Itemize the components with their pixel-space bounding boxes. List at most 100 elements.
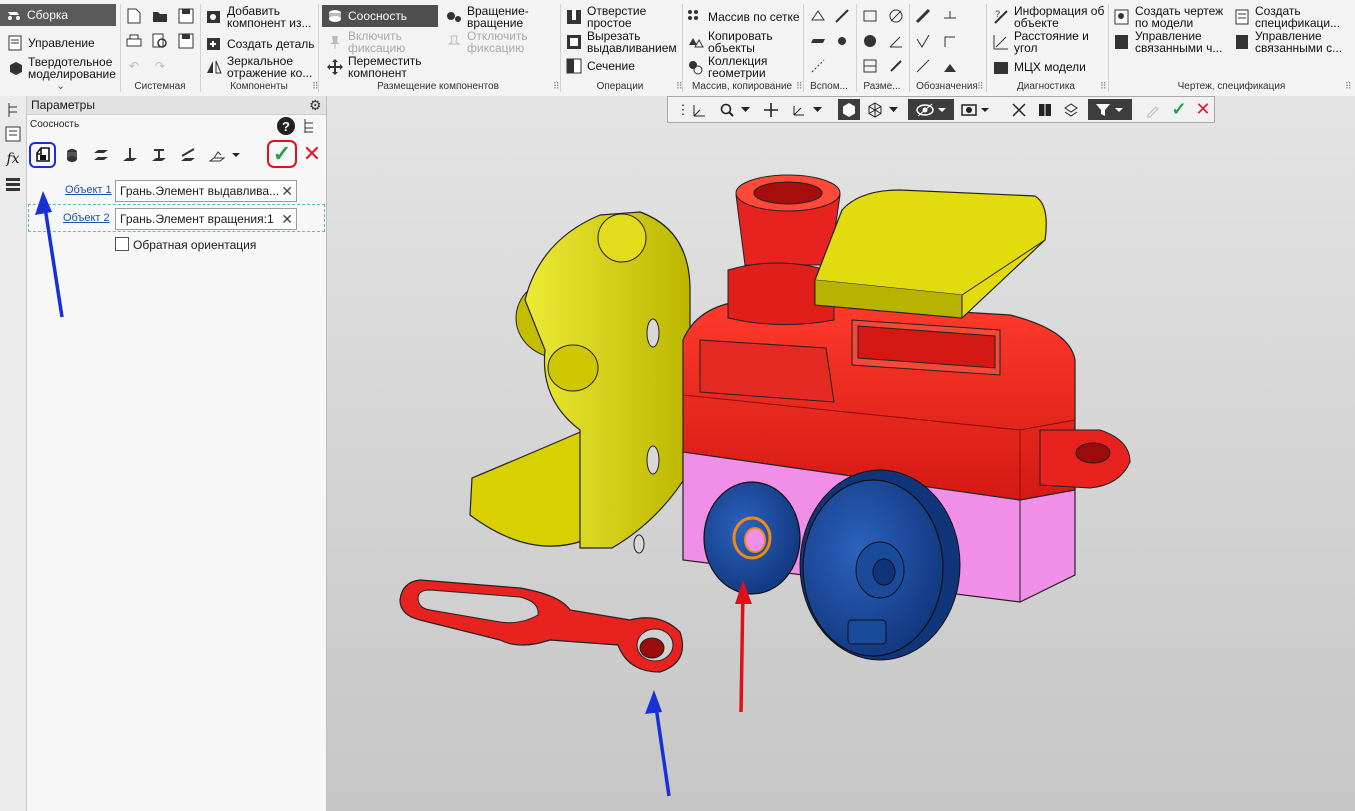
radius-size-icon[interactable] [860,31,880,51]
rear-wheel-part[interactable] [703,481,801,595]
plane-icon[interactable] [808,6,828,26]
3d-viewport[interactable]: ⋮ ✓ ✕ [327,96,1355,811]
create-drawing-button[interactable]: Создать чертеж по модели [1113,5,1223,29]
chain-size-icon[interactable] [886,56,906,76]
weld-icon[interactable] [940,56,960,76]
gear-icon[interactable]: ⚙ [309,97,322,114]
coaxial-label: Соосность [348,9,408,23]
copy-objects-button[interactable]: Копировать объекты [686,30,773,54]
save-icon[interactable] [176,6,196,26]
offset-plane-icon[interactable] [808,31,828,51]
cancel-button[interactable]: ✕ [301,141,323,166]
gears-icon [445,8,463,26]
solid-modeling-label: Твердотельное моделирование [28,55,116,81]
geometry-collection-button[interactable]: Коллекция геометрии [686,55,767,79]
move-component-button[interactable]: Переместить компонент [326,55,422,79]
mirror-component-button[interactable]: Зеркальное отражение ко... [205,55,312,79]
leader-icon[interactable] [913,6,933,26]
section-button[interactable]: Сечение [565,57,635,75]
mode-selector[interactable]: Сборка [0,4,116,26]
undo-icon[interactable]: ↶ [124,56,144,76]
move-component-label: Переместить компонент [348,54,422,80]
front-wheel-part[interactable] [799,469,961,661]
annotation-arrow-blue-bottom [645,690,671,797]
create-specification-button[interactable]: Создать спецификаци... [1233,5,1340,29]
mirror-component-label: Зеркальное отражение ко... [227,54,313,80]
expand-chevron-icon[interactable]: ⌄ [56,79,65,92]
copy-objects-label: Копировать объекты [708,29,773,55]
group-label-components: Компоненты [230,81,288,92]
create-part-button[interactable]: Создать деталь [205,35,315,53]
solid-modeling-button[interactable]: Твердотельное моделирование [6,56,116,80]
print-icon[interactable] [124,31,144,51]
clear-object2-icon[interactable]: ✕ [281,211,293,228]
distance-angle-button[interactable]: Расстояние и угол [992,30,1089,54]
grid-array-button[interactable]: Массив по сетке [686,8,800,26]
auto-size-icon[interactable] [860,56,880,76]
manage-mode-button[interactable]: Управление [6,34,95,52]
roughness-icon[interactable] [913,31,933,51]
disable-fix-button[interactable]: Отключить фиксацию [445,30,528,54]
parallel-option-icon[interactable] [89,144,113,166]
pin-icon [326,33,344,51]
info-icon: ? [992,8,1010,26]
angle-size-icon[interactable] [886,31,906,51]
object-info-label: Информация об объекте [1014,4,1105,30]
angle-option-icon[interactable] [147,144,171,166]
enable-fix-label: Включить фиксацию [348,29,406,55]
help-icon[interactable]: ? [277,117,295,135]
object-info-button[interactable]: ? Информация об объекте [992,5,1104,29]
yellow-roof-part[interactable] [814,189,1047,319]
divider [1108,4,1109,92]
enable-fix-button[interactable]: Включить фиксацию [326,30,405,54]
preview-icon[interactable] [150,31,170,51]
tolerance-icon[interactable] [940,31,960,51]
linear-size-icon[interactable] [860,6,880,26]
manage-drawings-button[interactable]: Управление связанными ч... [1113,30,1222,54]
parameters-icon[interactable] [3,124,23,144]
tree-toggle-icon[interactable] [303,118,315,137]
marking-icon[interactable] [913,56,933,76]
diameter-size-icon[interactable] [886,6,906,26]
new-file-icon[interactable] [124,6,144,26]
group-label-aux: Вспом... [810,81,848,92]
line-icon[interactable] [808,56,828,76]
model-tree-icon[interactable] [3,100,23,120]
variables-fx-icon[interactable]: fx [3,149,23,169]
open-folder-icon[interactable] [150,6,170,26]
point-icon[interactable] [832,31,852,51]
reverse-orientation-checkbox[interactable] [115,237,129,251]
mass-icon [992,58,1010,76]
simple-hole-button[interactable]: Отверстие простое [565,5,646,29]
grid-array-label: Массив по сетке [708,10,800,24]
add-component-icon [205,8,223,26]
manage-specifications-button[interactable]: Управление связанными с... [1233,30,1342,54]
group-label-drawing: Чертеж, спецификация [1177,81,1286,92]
red-handle-part[interactable] [399,579,684,673]
perpendicular-option-icon[interactable] [118,144,142,166]
more-options-chevron-icon[interactable] [229,144,243,166]
coaxial-button[interactable]: Соосность [322,5,438,27]
base-icon[interactable] [940,6,960,26]
tangency-option-icon[interactable] [176,144,200,166]
copy-icon [686,33,704,51]
redo-icon[interactable]: ↷ [150,56,170,76]
yellow-rear-part[interactable] [469,211,691,554]
divider [682,4,683,92]
object2-field[interactable]: Грань.Элемент вращения:1 ✕ [115,208,297,230]
clear-object1-icon[interactable]: ✕ [281,183,293,200]
distance-option-icon[interactable] [205,144,229,166]
cut-extrude-button[interactable]: Вырезать выдавливанием [565,30,677,54]
linked-drawings-icon [1113,33,1131,51]
rotation-rotation-button[interactable]: Вращение- вращение [445,5,529,29]
coaxial-sphere-option-icon[interactable] [60,144,84,166]
axis-icon[interactable] [832,6,852,26]
add-component-button[interactable]: Добавить компонент из... [205,5,311,29]
group-dots-icon: ⠿ [1345,81,1352,91]
mass-properties-button[interactable]: МЦХ модели [992,58,1086,76]
group-dots-icon: ⠿ [977,81,984,91]
coaxial-cylinder-option-icon[interactable] [31,144,55,166]
ok-button[interactable]: ✓ [267,140,297,168]
save-all-icon[interactable] [176,31,196,51]
object1-field[interactable]: Грань.Элемент выдавлива... ✕ [115,180,297,202]
